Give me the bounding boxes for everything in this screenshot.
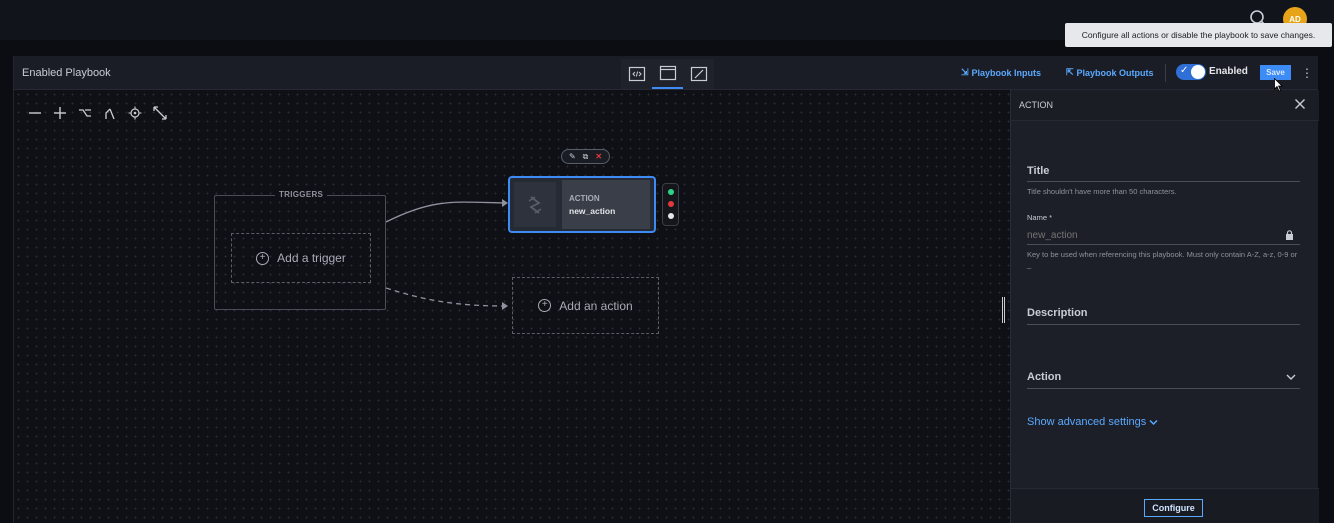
panel-footer: Configure xyxy=(1011,488,1319,523)
chevron-down-icon xyxy=(1286,374,1296,380)
edit-icon xyxy=(690,66,707,82)
failure-port[interactable] xyxy=(668,201,674,207)
close-icon[interactable] xyxy=(1293,97,1307,111)
add-trigger-button[interactable]: + Add a trigger xyxy=(231,233,371,283)
mouse-cursor-icon xyxy=(1274,78,1283,92)
node-icon-area xyxy=(514,182,556,227)
triggers-group: TRIGGERS + Add a trigger xyxy=(214,190,386,310)
fit-to-screen-button[interactable] xyxy=(151,104,169,122)
action-node[interactable]: ACTION new_action xyxy=(508,176,656,233)
add-circle-icon: + xyxy=(538,299,552,312)
header-divider xyxy=(1165,64,1166,82)
action-side-panel: ACTION Title Title shouldn't have more t… xyxy=(1010,90,1319,523)
minus-icon xyxy=(29,112,41,114)
description-label: Description xyxy=(1027,307,1300,325)
auto-layout-button[interactable] xyxy=(76,104,94,122)
add-action-button[interactable]: + Add an action xyxy=(512,277,659,334)
lock-icon xyxy=(1286,230,1293,240)
node-name-label: new_action xyxy=(569,206,616,216)
node-output-ports xyxy=(662,183,679,226)
branch-icon xyxy=(79,109,91,117)
edit-view-button[interactable] xyxy=(683,59,714,89)
page-title: Enabled Playbook xyxy=(22,67,111,79)
zoom-out-button[interactable] xyxy=(26,104,44,122)
editor-header: Enabled Playbook ⇲ Playbook Inputs ⇱ Pla… xyxy=(14,56,1318,90)
center-view-button[interactable] xyxy=(126,104,144,122)
save-tooltip: Configure all actions or disable the pla… xyxy=(1065,23,1332,47)
node-type-label: ACTION xyxy=(569,194,600,203)
name-hint: Key to be used when referencing this pla… xyxy=(1027,250,1298,269)
action-label: Action xyxy=(1027,371,1062,383)
add-trigger-label: Add a trigger xyxy=(277,251,346,265)
check-icon: ✓ xyxy=(1180,65,1189,76)
advanced-settings-label: Show advanced settings xyxy=(1027,416,1147,428)
enabled-toggle[interactable]: ✓ xyxy=(1176,64,1206,80)
canvas-toolbar xyxy=(26,104,169,122)
input-icon: ⇲ xyxy=(961,67,969,77)
pencil-icon[interactable]: ✎ xyxy=(569,152,576,161)
name-input[interactable] xyxy=(1027,227,1300,245)
node-body: ACTION new_action xyxy=(562,180,650,229)
playbook-outputs-label: Playbook Outputs xyxy=(1076,67,1154,78)
connector-tool-button[interactable] xyxy=(101,104,119,122)
success-port[interactable] xyxy=(668,189,674,195)
playbook-outputs-link[interactable]: ⇱ Playbook Outputs xyxy=(1066,67,1154,78)
delete-icon[interactable]: ✕ xyxy=(595,152,602,161)
configure-button[interactable]: Configure xyxy=(1144,499,1203,517)
plus-icon xyxy=(54,107,66,119)
name-field: Name * Key to be used when referencing t… xyxy=(1027,213,1300,270)
add-circle-icon: + xyxy=(256,251,270,265)
canvas-view-button[interactable] xyxy=(652,59,683,89)
show-advanced-settings-link[interactable]: Show advanced settings xyxy=(1027,416,1158,428)
action-select[interactable]: Action xyxy=(1027,371,1300,389)
chevron-down-icon xyxy=(1149,419,1158,425)
code-icon xyxy=(628,66,645,82)
zoom-in-button[interactable] xyxy=(51,104,69,122)
playbook-editor: Enabled Playbook ⇲ Playbook Inputs ⇱ Pla… xyxy=(13,56,1319,523)
target-icon xyxy=(128,106,142,120)
title-hint: Title shouldn't have more than 50 charac… xyxy=(1027,187,1177,196)
title-field[interactable]: Title Title shouldn't have more than 50 … xyxy=(1027,165,1300,197)
plugin-icon xyxy=(528,195,542,214)
expand-icon xyxy=(153,106,167,120)
toggle-knob xyxy=(1191,65,1205,79)
panel-header: ACTION xyxy=(1011,90,1319,121)
more-options-icon[interactable]: ⋮ xyxy=(1301,65,1313,81)
title-field-label: Title xyxy=(1027,165,1300,182)
description-field[interactable]: Description xyxy=(1027,307,1300,325)
playbook-inputs-label: Playbook Inputs xyxy=(971,67,1042,78)
window-icon xyxy=(659,65,676,81)
enabled-label: Enabled xyxy=(1209,66,1248,77)
panel-resize-handle[interactable] xyxy=(1002,297,1005,323)
playbook-canvas[interactable]: TRIGGERS + Add a trigger ✎ ⧉ ✕ ACTION ne… xyxy=(14,90,1010,523)
name-label: Name * xyxy=(1027,213,1053,222)
output-icon: ⇱ xyxy=(1066,67,1074,77)
code-view-button[interactable] xyxy=(621,59,652,89)
triggers-label: TRIGGERS xyxy=(275,190,328,199)
panel-title: ACTION xyxy=(1019,100,1054,110)
node-toolbar: ✎ ⧉ ✕ xyxy=(561,149,610,164)
add-action-label: Add an action xyxy=(559,298,633,313)
playbook-inputs-link[interactable]: ⇲ Playbook Inputs xyxy=(961,67,1041,78)
copy-icon[interactable]: ⧉ xyxy=(583,152,589,162)
view-mode-switcher xyxy=(621,59,714,89)
connector-icon xyxy=(105,108,115,120)
always-port[interactable] xyxy=(668,213,674,219)
